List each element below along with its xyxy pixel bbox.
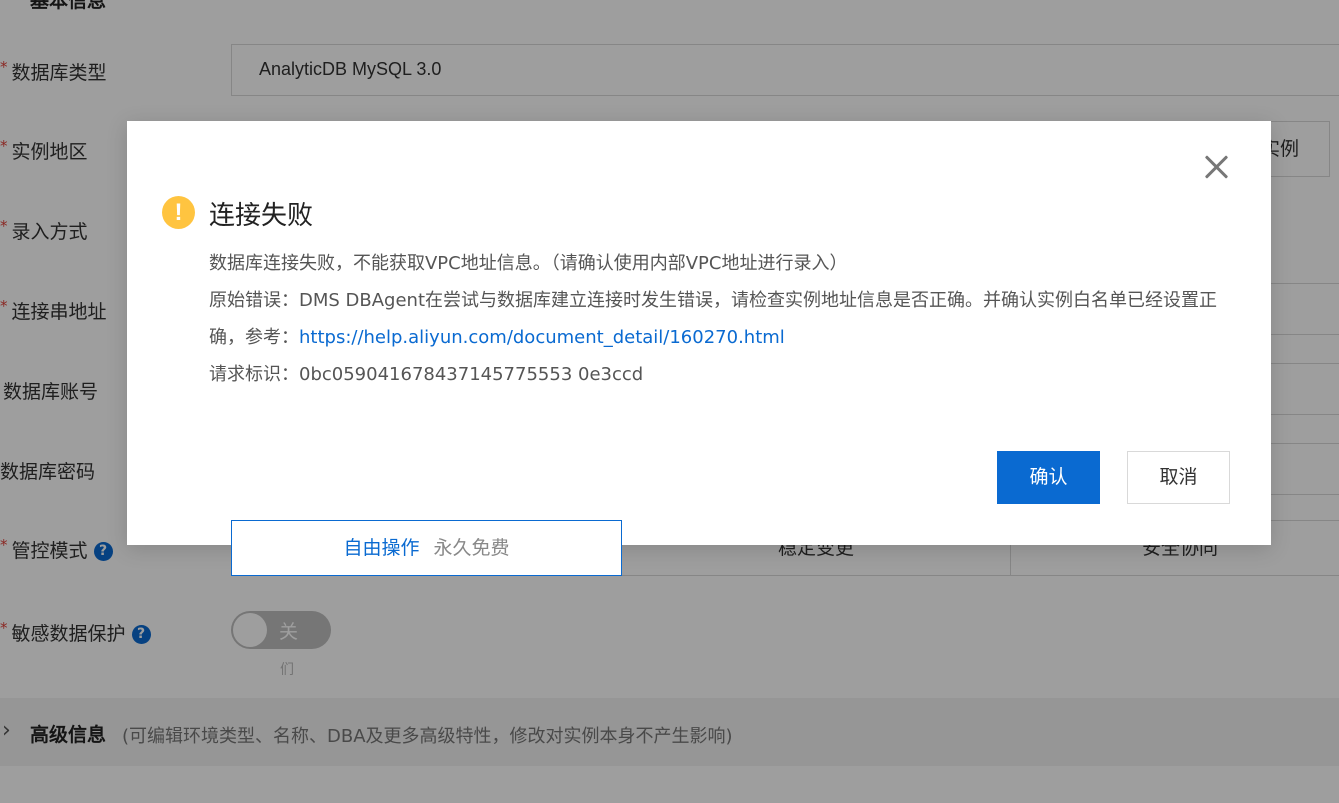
help-link[interactable]: https://help.aliyun.com/document_detail/… [299, 327, 785, 348]
confirm-button[interactable]: 确认 [997, 451, 1100, 504]
mode-option-free[interactable]: 自由操作 永久免费 [231, 520, 622, 576]
exclamation-circle-icon: ! [162, 196, 195, 229]
message-line: 数据库连接失败，不能获取VPC地址信息。（请确认使用内部VPC地址进行录入） [209, 253, 848, 274]
cancel-button[interactable]: 取消 [1127, 451, 1230, 504]
dialog-body: 数据库连接失败，不能获取VPC地址信息。（请确认使用内部VPC地址进行录入） 原… [209, 245, 1219, 393]
request-id: 请求标识：0bc059041678437145775553 0e3ccd [209, 364, 644, 385]
close-icon[interactable] [1201, 151, 1233, 183]
error-detail: 原始错误：DMS DBAgent在尝试与数据库建立连接时发生错误，请检查实例地址… [209, 290, 1218, 348]
dialog-title: 连接失败 [209, 201, 314, 231]
error-dialog: ! 连接失败 数据库连接失败，不能获取VPC地址信息。（请确认使用内部VPC地址… [127, 121, 1271, 545]
